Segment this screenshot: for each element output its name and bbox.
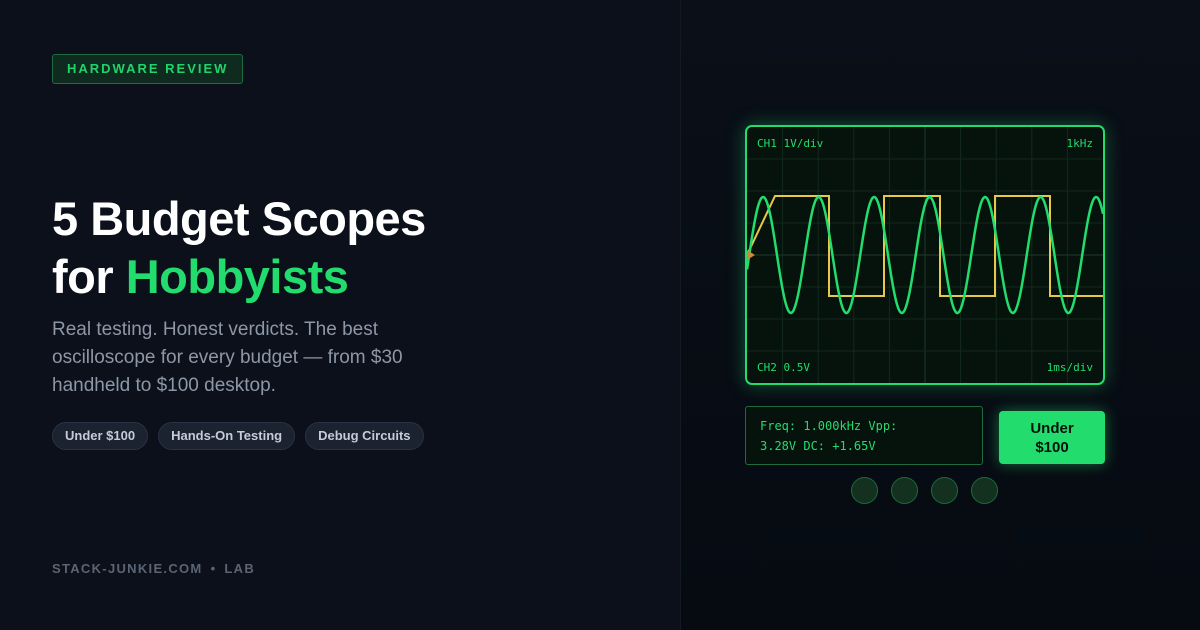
title-line-2-prefix: for [52,250,126,303]
price-button[interactable]: Under $100 [999,411,1105,464]
page: HARDWARE REVIEW 5 Budget Scopes for Hobb… [0,0,1200,630]
site-name[interactable]: STACK-JUNKIE.COM [52,561,203,576]
oscilloscope-screen: CH1 1V/div 1kHz CH2 0.5V 1ms/div [745,125,1105,385]
measurement-readout: Freq: 1.000kHz Vpp: 3.28V DC: +1.65V [745,406,983,465]
price-button-line-1: Under [1030,420,1074,437]
tag-under-100[interactable]: Under $100 [52,422,149,450]
knob-2[interactable] [891,477,918,504]
knob-1[interactable] [851,477,878,504]
knob-4[interactable] [971,477,998,504]
readout-line-1: Freq: 1.000kHz Vpp: [760,419,898,433]
hero-panel: HARDWARE REVIEW 5 Budget Scopes for Hobb… [0,0,680,630]
title-line-1: 5 Budget Scopes [52,192,426,245]
footer-separator: • [210,561,217,576]
subtitle: Real testing. Honest verdicts. The best … [52,319,403,396]
site-section[interactable]: LAB [224,561,255,576]
title-accent: Hobbyists [125,250,349,303]
waveform-display [747,127,1103,383]
tag-debug-circuits[interactable]: Debug Circuits [305,422,424,450]
category-badge: HARDWARE REVIEW [52,54,244,84]
ch2-label: CH2 0.5V [757,361,810,374]
tag-list: Under $100 Hands-On Testing Debug Circui… [52,422,424,450]
tag-hands-on-testing[interactable]: Hands-On Testing [158,422,296,450]
site-footer: STACK-JUNKIE.COM • LAB [52,561,255,576]
readout-line-2: 3.28V DC: +1.65V [760,439,876,453]
timebase-label: 1ms/div [1046,361,1093,374]
frequency-label: 1kHz [1066,137,1094,150]
page-title: 5 Budget Scopes for Hobbyists [52,190,652,306]
ch1-label: CH1 1V/div [757,137,824,150]
knob-3[interactable] [931,477,958,504]
control-knobs [851,477,998,504]
price-button-line-2: $100 [1035,439,1069,456]
